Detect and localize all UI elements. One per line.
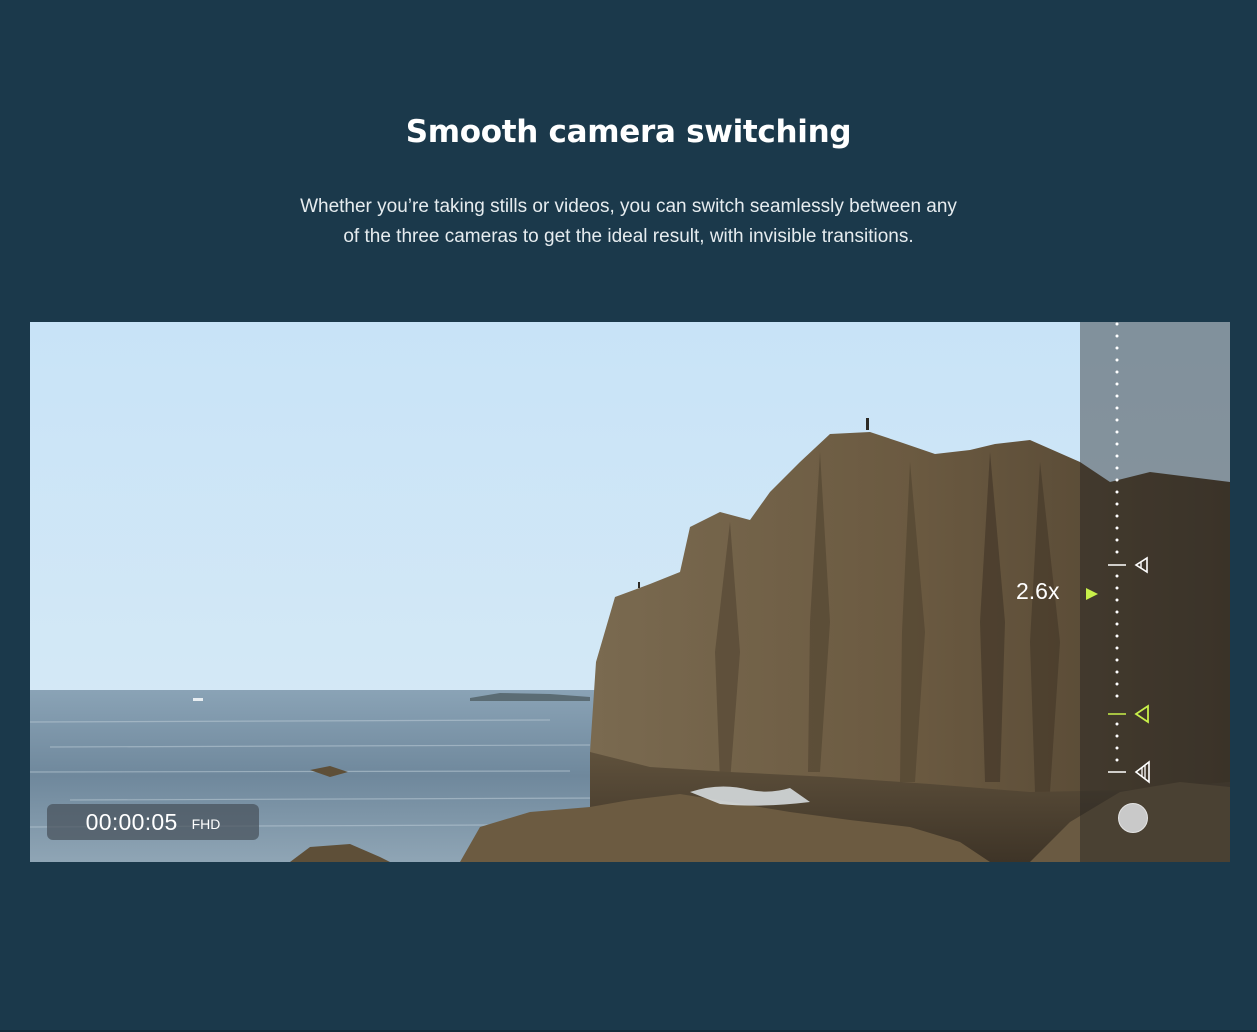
recording-time: 00:00:05 bbox=[85, 808, 178, 835]
page: Smooth camera switching Whether you’re t… bbox=[0, 0, 1257, 1032]
section-title: Smooth camera switching bbox=[405, 114, 852, 150]
record-button[interactable] bbox=[1118, 803, 1148, 833]
zoom-slider-panel[interactable] bbox=[1080, 322, 1230, 862]
recording-timer: 00:00:05 FHD bbox=[47, 804, 259, 840]
video-quality-badge: FHD bbox=[191, 816, 221, 832]
camera-marker-3[interactable] bbox=[1080, 322, 1230, 862]
zoom-level-label: 2.6x bbox=[1016, 578, 1060, 604]
camera-lens-icon bbox=[1134, 760, 1150, 784]
camera-viewfinder: 2.6x 00:00:05 FHD bbox=[30, 322, 1230, 862]
section-description: Whether you’re taking stills or videos, … bbox=[300, 196, 957, 247]
